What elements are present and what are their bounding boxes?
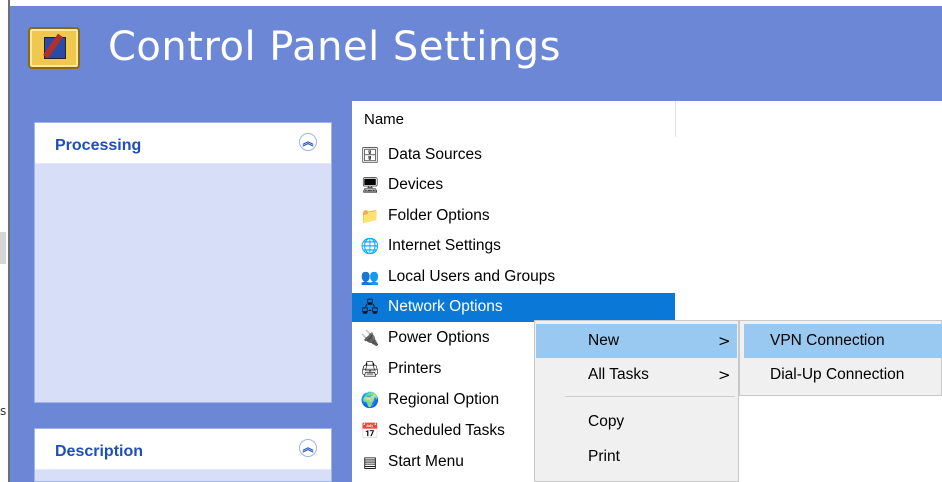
processing-panel: Processing ︽: [34, 122, 332, 403]
page-title: Control Panel Settings: [108, 24, 561, 70]
context-menu-item-print[interactable]: Print: [536, 440, 737, 474]
left-window-edge: s: [0, 0, 10, 482]
context-menu-item-copy[interactable]: Copy: [536, 405, 737, 439]
list-item-label: Network Options: [388, 298, 503, 315]
description-panel-header[interactable]: Description ︽: [35, 429, 331, 470]
network-options-icon: 🖧: [361, 298, 379, 316]
list-item[interactable]: 👥 Local Users and Groups: [352, 263, 675, 292]
submenu-arrow-icon: >: [718, 332, 731, 350]
description-panel-title: Description: [55, 443, 144, 460]
menu-item-label: New: [588, 332, 620, 349]
processing-panel-header[interactable]: Processing ︽: [35, 123, 331, 164]
menu-separator: [565, 396, 735, 397]
list-item[interactable]: 📁 Folder Options: [352, 202, 675, 231]
list-item-label: Local Users and Groups: [388, 268, 556, 285]
description-panel: Description ︽: [34, 428, 332, 482]
processing-panel-title: Processing: [55, 137, 142, 154]
list-item-label: Start Menu: [388, 453, 464, 470]
edge-text-fragment: s: [0, 404, 7, 418]
list-item-label: Power Options: [388, 329, 490, 346]
scheduled-tasks-icon: 📅: [360, 422, 380, 440]
splitter-handle[interactable]: [0, 232, 6, 264]
power-options-icon: 🔌: [360, 329, 380, 347]
regional-option-icon: 🌍: [360, 391, 380, 409]
context-menu-item-new[interactable]: New >: [536, 324, 737, 358]
menu-item-label: VPN Connection: [770, 332, 885, 349]
chevron-up-double-icon[interactable]: ︽: [299, 439, 317, 457]
control-panel-icon: [28, 27, 80, 69]
list-item[interactable]: 🖥 Devices: [352, 171, 675, 200]
list-item-selected[interactable]: 🖧 Network Options: [352, 293, 675, 322]
context-menu-item-all-tasks[interactable]: All Tasks >: [536, 358, 737, 392]
column-header-name[interactable]: Name: [352, 101, 676, 137]
list-item-label: Folder Options: [388, 207, 490, 224]
menu-item-label: All Tasks: [588, 366, 649, 383]
start-menu-icon: ▤: [362, 453, 378, 471]
new-submenu: VPN Connection Dial-Up Connection: [739, 320, 942, 396]
users-groups-icon: 👥: [360, 268, 380, 286]
devices-icon: 🖥: [360, 176, 380, 194]
list-item-label: Scheduled Tasks: [388, 422, 505, 439]
context-menu: New > All Tasks > Copy Print: [534, 320, 739, 482]
printers-icon: 🖨: [360, 360, 380, 378]
list-item-label: Internet Settings: [388, 237, 501, 254]
menu-item-label: Print: [588, 448, 620, 465]
internet-settings-icon: 🌐: [360, 237, 380, 255]
submenu-arrow-icon: >: [718, 366, 731, 384]
menu-item-label: Copy: [588, 413, 625, 430]
list-item-label: Regional Option: [388, 391, 500, 408]
submenu-item-dial-up-connection[interactable]: Dial-Up Connection: [744, 358, 942, 392]
list-item-label: Data Sources: [388, 146, 482, 163]
menu-item-label: Dial-Up Connection: [770, 366, 905, 383]
list-item[interactable]: 🌐 Internet Settings: [352, 232, 675, 261]
column-header-label: Name: [364, 111, 405, 128]
list-item-label: Devices: [388, 176, 444, 193]
submenu-item-vpn-connection[interactable]: VPN Connection: [744, 324, 942, 358]
list-item-label: Printers: [388, 360, 442, 377]
folder-options-icon: 📁: [360, 207, 380, 225]
list-item[interactable]: 🗄 Data Sources: [352, 141, 675, 170]
data-sources-icon: 🗄: [360, 146, 380, 164]
chevron-up-double-icon[interactable]: ︽: [299, 133, 317, 151]
